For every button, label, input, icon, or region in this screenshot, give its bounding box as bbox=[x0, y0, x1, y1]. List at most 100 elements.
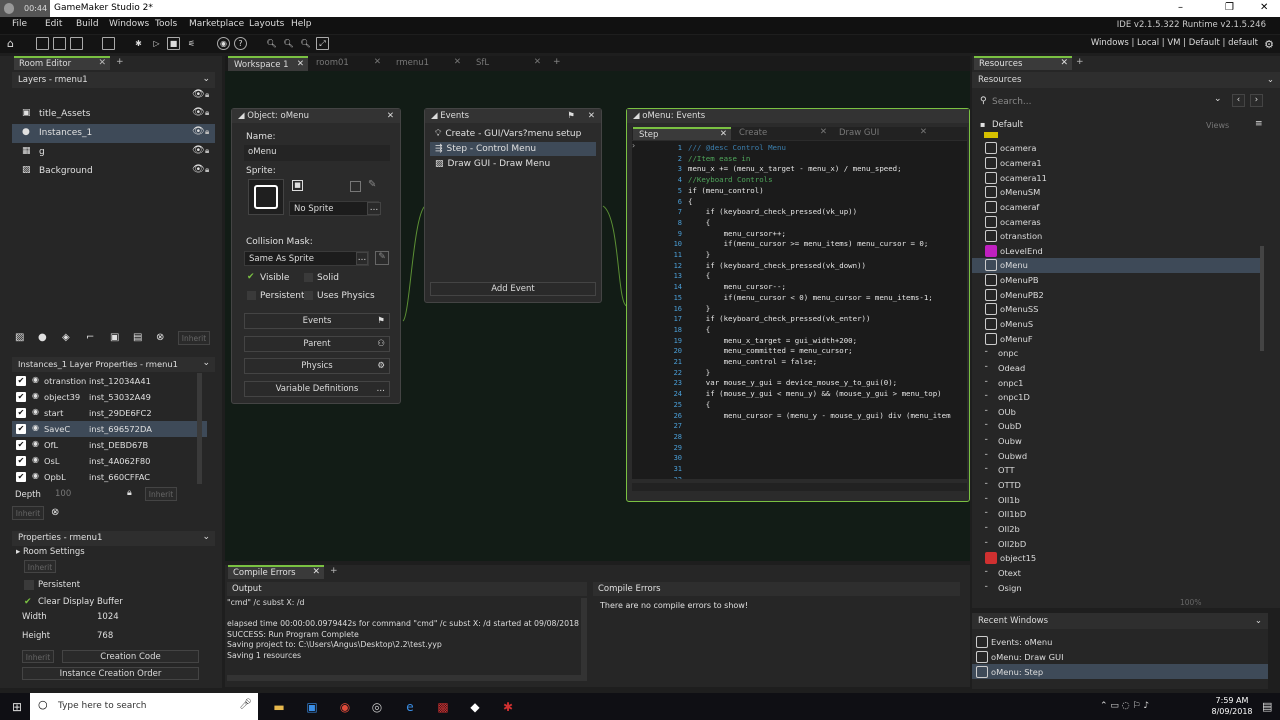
open-project-icon[interactable] bbox=[53, 37, 66, 50]
forward-button[interactable]: › bbox=[1250, 94, 1263, 107]
resource-search-input[interactable]: Search... bbox=[992, 97, 1032, 107]
variable-definitions-button[interactable]: Variable Definitions… bbox=[244, 381, 390, 397]
resource-item[interactable]: ╴ onpc1 bbox=[972, 375, 1262, 390]
instance-checkbox[interactable]: ✔ bbox=[16, 440, 26, 450]
resource-item[interactable]: ocamera bbox=[972, 141, 1262, 156]
back-button[interactable]: ‹ bbox=[1232, 94, 1245, 107]
code-line[interactable]: menu_x += (menu_x_target - menu_x) / men… bbox=[688, 164, 967, 175]
resource-item[interactable]: oMenuS bbox=[972, 317, 1262, 332]
add-asset-layer-icon[interactable]: ◈ bbox=[62, 332, 70, 343]
resource-item[interactable]: ╴ onpc1D bbox=[972, 390, 1262, 405]
edit-sprite-icon[interactable] bbox=[350, 181, 361, 192]
solid-checkbox[interactable] bbox=[304, 273, 313, 282]
debug-icon[interactable]: ✱ bbox=[132, 37, 145, 50]
resource-item[interactable]: ╴ Oubw bbox=[972, 434, 1262, 449]
uses-physics-checkbox[interactable] bbox=[304, 291, 313, 300]
lock-icon[interactable]: 🔒︎ bbox=[127, 488, 132, 498]
code-line[interactable]: { bbox=[688, 197, 967, 208]
sprite-browse-button[interactable]: … bbox=[367, 202, 381, 215]
menu-file[interactable]: File bbox=[12, 19, 27, 29]
add-background-layer-icon[interactable]: ▨ bbox=[15, 332, 24, 343]
lock-icon[interactable]: 🔒︎ bbox=[205, 165, 209, 175]
add-path-layer-icon[interactable]: ⌐ bbox=[86, 332, 94, 343]
resource-item[interactable]: oMenuF bbox=[972, 331, 1262, 346]
instance-row[interactable]: ✔ ◉ OfL inst_DEBD67B bbox=[12, 437, 207, 453]
pencil-icon[interactable]: ✎ bbox=[368, 179, 376, 190]
code-line[interactable]: if (keyboard_check_pressed(vk_down)) bbox=[688, 261, 967, 272]
code-line[interactable]: if(menu_cursor >= menu_items) menu_curso… bbox=[688, 239, 967, 250]
instance-creation-order-button[interactable]: Instance Creation Order bbox=[22, 667, 199, 680]
code-line[interactable]: menu_committed = menu_cursor; bbox=[688, 346, 967, 357]
code-area[interactable]: › 1 2 3 4 5 6 7 8 9 10 11 12 13 14 15 16 17 18 19 20 21 22 23 2… bbox=[632, 141, 967, 479]
windows-start-icon[interactable]: ⊞ bbox=[8, 698, 26, 716]
vertical-scrollbar[interactable] bbox=[1260, 246, 1264, 351]
object-name-field[interactable]: oMenu bbox=[244, 145, 390, 161]
eye-icon[interactable]: 👁 bbox=[192, 145, 205, 156]
code-window-titlebar[interactable]: ◢ oMenu: Events bbox=[627, 109, 969, 123]
code-line[interactable]: menu_control = false; bbox=[688, 357, 967, 368]
chrome-icon[interactable]: ◉ bbox=[336, 698, 354, 716]
resource-item-selected[interactable]: oMenu bbox=[972, 258, 1262, 273]
flag-icon[interactable]: ⚑ bbox=[567, 111, 575, 121]
instance-checkbox[interactable]: ✔ bbox=[16, 408, 26, 418]
code-line[interactable]: //Item ease in bbox=[688, 154, 967, 165]
menu-tools[interactable]: Tools bbox=[155, 19, 177, 29]
code-line[interactable]: if(menu_cursor < 0) menu_cursor = menu_i… bbox=[688, 293, 967, 304]
code-line[interactable]: { bbox=[688, 271, 967, 282]
resource-item[interactable]: oLevelEnd bbox=[972, 243, 1262, 258]
resource-item[interactable]: oMenuSM bbox=[972, 185, 1262, 200]
menu-windows[interactable]: Windows bbox=[109, 19, 149, 29]
properties-header[interactable]: Properties - rmenu1 ⌄ bbox=[12, 531, 215, 546]
instance-props-header[interactable]: Instances_1 Layer Properties - rmenu1 ⌄ bbox=[12, 357, 215, 372]
close-tab-icon[interactable]: ✕ bbox=[720, 129, 727, 139]
resource-item[interactable]: ╴ OTT bbox=[972, 463, 1262, 478]
clear-display-checkbox[interactable]: ✔ bbox=[24, 597, 32, 607]
resource-item[interactable]: ocameras bbox=[972, 214, 1262, 229]
inherit-instances-button[interactable]: Inherit bbox=[12, 506, 44, 520]
steam-icon[interactable]: ◎ bbox=[368, 698, 386, 716]
parent-button[interactable]: Parent ⚇ bbox=[244, 336, 390, 352]
instance-row[interactable]: ✔ ◉ start inst_29DE6FC2 bbox=[12, 405, 207, 421]
instance-checkbox[interactable]: ✔ bbox=[16, 392, 26, 402]
code-line[interactable]: } bbox=[688, 304, 967, 315]
resources-tab[interactable]: Resources ✕ bbox=[974, 56, 1072, 70]
close-button[interactable]: ✕ bbox=[1260, 2, 1268, 13]
room-settings-section[interactable]: ▸ Room Settings bbox=[16, 547, 85, 557]
tab-draw-gui[interactable]: Draw GUI ✕ bbox=[833, 127, 931, 140]
run-icon[interactable]: ▷ bbox=[150, 37, 163, 50]
tab-create[interactable]: Create ✕ bbox=[733, 127, 831, 140]
menu-help[interactable]: Help bbox=[291, 19, 312, 29]
zoom-out-icon[interactable]: 🔍︎ bbox=[265, 37, 278, 50]
close-tab-icon[interactable]: ✕ bbox=[98, 58, 106, 68]
code-line[interactable]: menu_x_target = gui_width+200; bbox=[688, 336, 967, 347]
collision-mask-select[interactable]: Same As Sprite bbox=[244, 251, 369, 266]
code-line[interactable]: } bbox=[688, 368, 967, 379]
resource-item[interactable]: ocamera11 bbox=[972, 170, 1262, 185]
lock-icon[interactable]: 🔒︎ bbox=[205, 146, 209, 156]
sprite-preview[interactable] bbox=[248, 179, 284, 215]
layer-row-selected[interactable]: ● Instances_1 👁 🔒︎ bbox=[12, 124, 215, 143]
resource-item[interactable]: ╴ OIl1bD bbox=[972, 507, 1262, 522]
horizontal-scrollbar[interactable] bbox=[632, 483, 967, 491]
creation-code-button[interactable]: Creation Code bbox=[62, 650, 199, 663]
instance-row[interactable]: ✔ ◉ OsL inst_4A062F80 bbox=[12, 453, 207, 469]
code-text[interactable]: /// @desc Control Menu//Item ease in menu… bbox=[688, 143, 967, 421]
microphone-icon[interactable]: 🎤︎ bbox=[239, 699, 252, 710]
file-explorer-icon[interactable]: ▬ bbox=[270, 698, 288, 716]
chevron-down-icon[interactable]: ⌄ bbox=[202, 532, 210, 542]
output-hscrollbar[interactable] bbox=[227, 675, 587, 681]
recorder-icon[interactable]: ▩ bbox=[434, 698, 452, 716]
persistent-checkbox[interactable] bbox=[247, 291, 256, 300]
events-window-titlebar[interactable]: ◢ Events ⚑ ✕ bbox=[425, 109, 601, 123]
lock-icon[interactable]: 🔒︎ bbox=[205, 127, 209, 137]
room-editor-tab[interactable]: Room Editor ✕ bbox=[14, 56, 110, 70]
instance-row[interactable]: ✔ ◉ otranstion inst_12034A41 bbox=[12, 373, 207, 389]
events-button[interactable]: Events ⚑ bbox=[244, 313, 390, 329]
code-line[interactable]: menu_cursor--; bbox=[688, 282, 967, 293]
chevron-down-icon[interactable]: ⌄ bbox=[1214, 94, 1222, 104]
eye-icon[interactable]: 👁 bbox=[192, 89, 205, 100]
event-item-selected[interactable]: ⇶ Step - Control Menu bbox=[430, 142, 596, 156]
lock-icon[interactable]: 🔒︎ bbox=[205, 108, 209, 118]
save-project-icon[interactable] bbox=[70, 37, 83, 50]
chevron-down-icon[interactable]: ⌄ bbox=[202, 74, 210, 84]
